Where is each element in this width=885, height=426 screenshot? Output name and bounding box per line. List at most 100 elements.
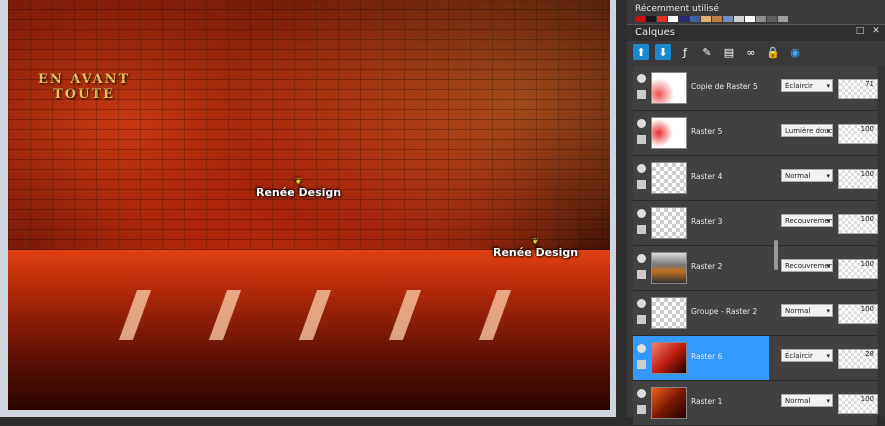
layer-row[interactable]: Copie de Raster 5 Éclaircir 71 [633,66,878,111]
opacity-value: 100 [860,305,874,313]
color-swatch[interactable] [756,16,766,22]
adjust-icon[interactable]: ▤ [721,44,737,60]
layer-thumbnail [651,297,687,329]
close-icon[interactable]: ✕ [871,26,881,36]
opacity-field[interactable]: 100 [838,169,878,189]
eye-icon[interactable] [637,119,646,128]
color-swatch[interactable] [712,16,722,22]
layer-lock-icon[interactable] [637,315,646,324]
color-swatch[interactable] [701,16,711,22]
layer-name: Raster 1 [691,397,723,406]
layer-lock-icon[interactable] [637,180,646,189]
recent-colors-title: Récemment utilisé [635,4,719,14]
layer-lock-icon[interactable] [637,405,646,414]
blend-mode-select[interactable]: Normal [781,394,833,407]
layer-name: Raster 6 [691,352,723,361]
opacity-field[interactable]: 100 [838,214,878,234]
color-swatch[interactable] [745,16,755,22]
layer-info[interactable]: Copie de Raster 5 [633,66,769,110]
layer-lock-icon[interactable] [637,270,646,279]
layers-panel: Récemment utilisé Calques □ ✕ ⬆ ⬇ ƒ ✎ ▤ … [627,0,885,426]
opacity-field[interactable]: 100 [838,124,878,144]
eye-icon[interactable] [637,164,646,173]
panel-splitter[interactable] [774,240,778,270]
layer-info[interactable]: Raster 3 [633,201,769,245]
blend-mode-select[interactable]: Éclaircir [781,79,833,92]
color-swatch[interactable] [767,16,777,22]
layer-thumbnail [651,72,687,104]
link-icon[interactable]: ∞ [743,44,759,60]
layers-toolbar: ⬆ ⬇ ƒ ✎ ▤ ∞ 🔒 ◉ [633,44,803,64]
opacity-value: 100 [860,395,874,403]
blend-mode-select[interactable]: Normal [781,169,833,182]
layer-thumbnail [651,207,687,239]
blend-mode-select[interactable]: Éclaircir [781,349,833,362]
layer-row[interactable]: Raster 3 Recouvrement 100 [633,201,878,246]
color-swatch[interactable] [778,16,788,22]
layer-row[interactable]: Raster 2 Recouvrement 100 [633,246,878,291]
layer-info[interactable]: Raster 4 [633,156,769,200]
layer-name: Groupe - Raster 2 [691,307,758,316]
layer-info[interactable]: Groupe - Raster 2 [633,291,769,335]
watermark-renee-design: ❦ Renée Design [493,238,578,260]
layer-lock-icon[interactable] [637,225,646,234]
opacity-value: 100 [860,170,874,178]
layer-lock-icon[interactable] [637,90,646,99]
blend-mode-select[interactable]: Lumière douce [781,124,833,137]
layer-lock-icon[interactable] [637,135,646,144]
eye-icon[interactable] [637,254,646,263]
blend-mode-select[interactable]: Recouvrement [781,214,833,227]
blend-mode-select[interactable]: Normal [781,304,833,317]
lock-icon[interactable]: 🔒 [765,44,781,60]
image-canvas[interactable]: EN AVANT TOUTE ❦ Renée Design ❦ Renée De… [8,0,610,410]
new-raster-icon[interactable]: ⬆ [633,44,649,60]
layer-info[interactable]: Raster 5 [633,111,769,155]
eye-icon[interactable] [637,344,646,353]
color-swatch[interactable] [646,16,656,22]
group-icon[interactable]: ƒ [677,44,693,60]
opacity-field[interactable]: 28 [838,349,878,369]
opacity-field[interactable]: 100 [838,394,878,414]
color-swatch[interactable] [690,16,700,22]
color-swatch[interactable] [734,16,744,22]
layer-thumbnail [651,342,687,374]
layer-info[interactable]: Raster 1 [633,381,769,425]
layer-row[interactable]: Raster 1 Normal 100 [633,381,878,426]
effects-icon[interactable]: ◉ [787,44,803,60]
color-swatch[interactable] [668,16,678,22]
opacity-field[interactable]: 100 [838,259,878,279]
blend-mode-select[interactable]: Recouvrement [781,259,833,272]
opacity-value: 28 [865,350,874,358]
layer-row[interactable]: Raster 5 Lumière douce 100 [633,111,878,156]
layer-row[interactable]: Groupe - Raster 2 Normal 100 [633,291,878,336]
layer-thumbnail [651,117,687,149]
watermark-text: Renée Design [256,186,342,199]
leaf-icon: ❦ [294,177,303,187]
layer-row[interactable]: Raster 4 Normal 100 [633,156,878,201]
layer-name: Copie de Raster 5 [691,82,758,91]
color-swatch[interactable] [657,16,667,22]
layer-info[interactable]: Raster 6 [633,336,769,380]
color-swatch[interactable] [679,16,689,22]
watermark-renee-design: ❦ Renée Design [256,177,342,200]
opacity-field[interactable]: 71 [838,79,878,99]
layer-thumbnail [651,387,687,419]
layer-name: Raster 4 [691,172,723,181]
eye-icon[interactable] [637,299,646,308]
layer-info[interactable]: Raster 2 [633,246,769,290]
recent-swatches [635,16,788,22]
color-swatch[interactable] [635,16,645,22]
layer-lock-icon[interactable] [637,360,646,369]
opacity-field[interactable]: 100 [838,304,878,324]
eye-icon[interactable] [637,389,646,398]
eye-icon[interactable] [637,209,646,218]
layer-row[interactable]: Raster 6 Éclaircir 28 [633,336,878,381]
layer-name: Raster 3 [691,217,723,226]
maximize-icon[interactable]: □ [855,26,865,36]
color-swatch[interactable] [723,16,733,22]
mask-icon[interactable]: ✎ [699,44,715,60]
eye-icon[interactable] [637,74,646,83]
new-vector-icon[interactable]: ⬇ [655,44,671,60]
layers-scrollbar[interactable] [879,66,885,417]
layer-thumbnail [651,252,687,284]
